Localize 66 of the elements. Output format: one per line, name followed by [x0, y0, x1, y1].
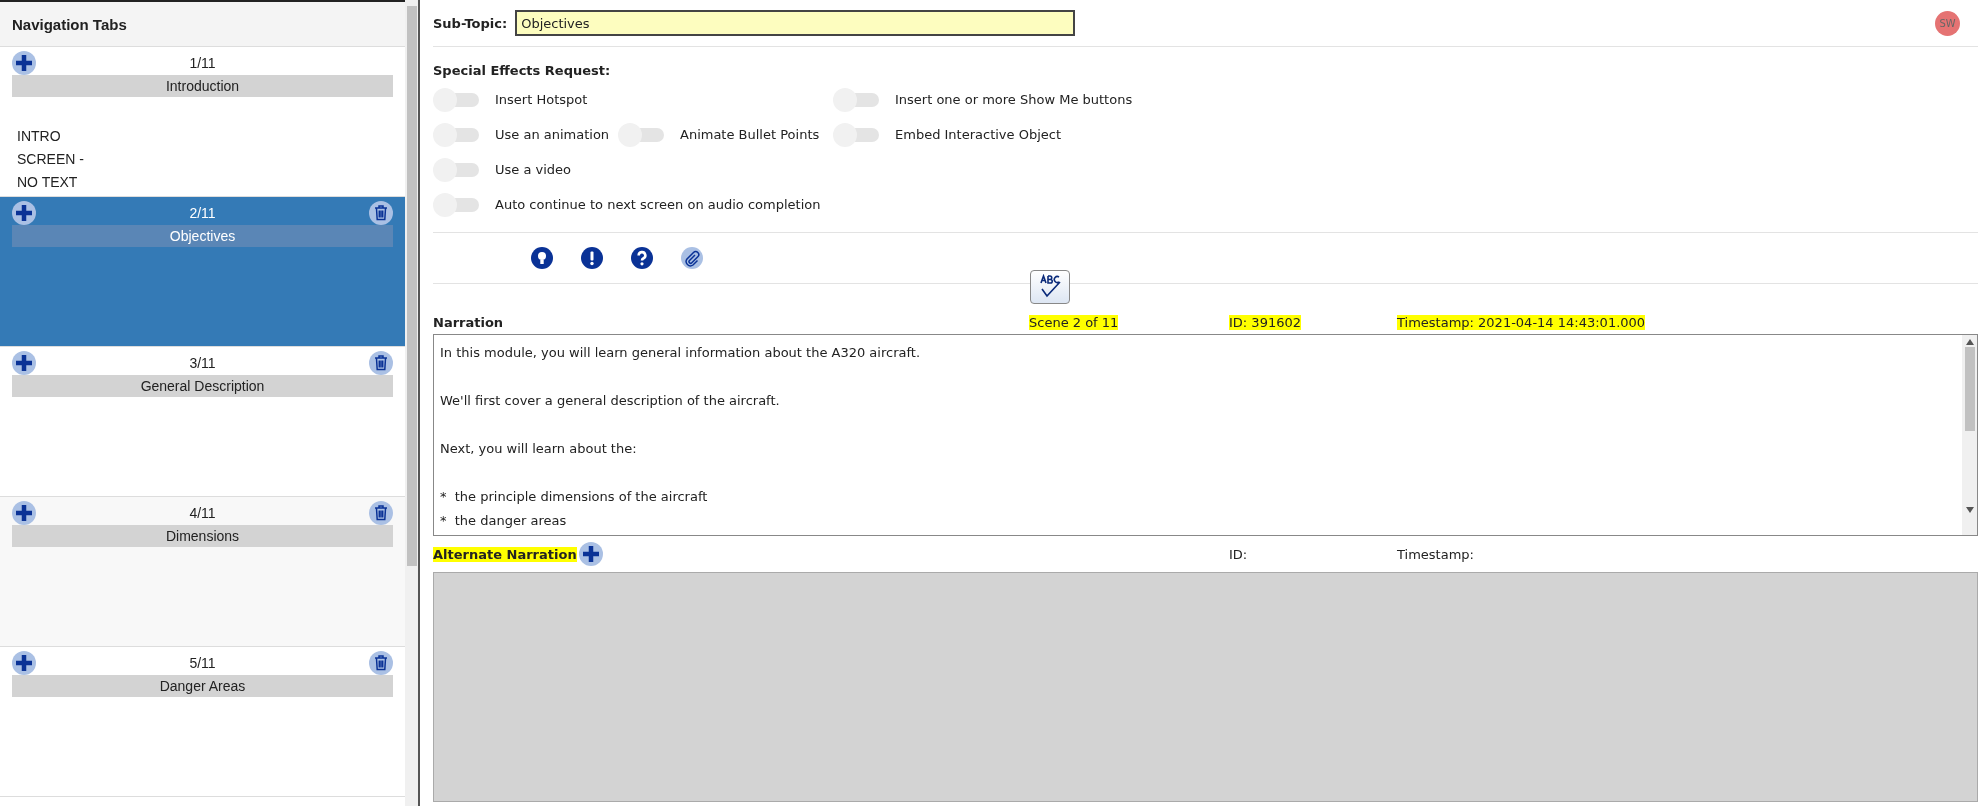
- tab-title: Objectives: [12, 225, 393, 247]
- add-icon[interactable]: [12, 501, 36, 525]
- alternate-timestamp: Timestamp:: [1397, 546, 1474, 562]
- add-icon[interactable]: [12, 201, 36, 225]
- narration-paragraph: We'll first cover a general description of the aircraft.: [440, 392, 781, 410]
- option-label: Insert one or more Show Me buttons: [895, 92, 1133, 107]
- toggle-switch[interactable]: [618, 122, 664, 147]
- bulb-icon[interactable]: [531, 247, 553, 269]
- scrollbar-thumb[interactable]: [1964, 347, 1975, 431]
- toggle-switch[interactable]: [433, 122, 479, 147]
- add-icon[interactable]: [12, 651, 36, 675]
- navigation-tab[interactable]: 4/11 Dimensions: [0, 497, 405, 647]
- scroll-up-icon[interactable]: [1965, 339, 1974, 345]
- narration-textarea[interactable]: [433, 334, 1978, 536]
- tab-title: Danger Areas: [12, 675, 393, 697]
- tab-title: Dimensions: [12, 525, 393, 547]
- option-label: Auto continue to next screen on audio completion: [495, 197, 821, 212]
- panel-title: Navigation Tabs: [0, 2, 405, 47]
- tab-title: Introduction: [12, 75, 393, 97]
- add-icon[interactable]: [12, 351, 36, 375]
- narration-label: Narration: [433, 315, 505, 330]
- scene-counter: Scene 2 of 11: [1029, 315, 1119, 330]
- tab-counter: 2/11: [188, 205, 217, 221]
- scroll-down-icon[interactable]: [1965, 507, 1974, 513]
- narration-bullet: * the danger areas: [440, 512, 568, 530]
- narration-bullet: * the principle dimensions of the aircraft: [440, 488, 709, 506]
- option-label: Use a video: [495, 162, 572, 177]
- sub-topic-label: Sub-Topic:: [433, 15, 508, 31]
- option-label: Embed Interactive Object: [895, 127, 1061, 142]
- navigation-tab[interactable]: 2/11 Objectives: [0, 197, 405, 347]
- tab-note: INTRO SCREEN - NO TEXT: [17, 127, 85, 192]
- toggle-switch[interactable]: [833, 122, 879, 147]
- option-label: Animate Bullet Points: [680, 127, 820, 142]
- narration-paragraph: Next, you will learn about the:: [440, 440, 638, 458]
- sub-topic-field[interactable]: Objectives: [515, 10, 1076, 36]
- paperclip-icon[interactable]: [681, 247, 703, 269]
- alert-icon[interactable]: [581, 247, 603, 269]
- navigation-tab[interactable]: 5/11 Danger Areas: [0, 647, 405, 797]
- scrollbar-thumb[interactable]: [406, 6, 417, 566]
- toggle-switch[interactable]: [433, 157, 479, 182]
- section-title: Special Effects Request:: [433, 63, 612, 78]
- toggle-switch[interactable]: [433, 192, 479, 217]
- alternate-id: ID:: [1229, 546, 1248, 562]
- navigation-tab[interactable]: 3/11 General Description: [0, 347, 405, 497]
- toggle-switch[interactable]: [433, 87, 479, 112]
- toggle-switch[interactable]: [833, 87, 879, 112]
- alternate-narration-label: Alternate Narration: [433, 546, 577, 562]
- trash-icon[interactable]: [369, 501, 393, 525]
- navigation-tab[interactable]: 1/11 Introduction INTRO SCREEN - NO TEXT: [0, 47, 405, 197]
- tab-counter: 3/11: [188, 355, 217, 371]
- narration-id: ID: 391602: [1229, 315, 1301, 330]
- option-label: Use an animation: [495, 127, 610, 142]
- spell-check-button[interactable]: [1030, 270, 1070, 304]
- narration-timestamp: Timestamp: 2021-04-14 14:43:01.000: [1397, 315, 1646, 330]
- tab-counter: 5/11: [188, 655, 217, 671]
- trash-icon[interactable]: [369, 351, 393, 375]
- tab-counter: 1/11: [188, 55, 217, 71]
- tab-counter: 4/11: [188, 505, 217, 521]
- trash-icon[interactable]: [369, 201, 393, 225]
- help-icon[interactable]: [631, 247, 653, 269]
- tab-title: General Description: [12, 375, 393, 397]
- add-icon[interactable]: [578, 542, 603, 566]
- trash-icon[interactable]: [369, 651, 393, 675]
- narration-paragraph: In this module, you will learn general information about the A320 aircraft.: [440, 344, 922, 362]
- add-icon[interactable]: [12, 51, 36, 75]
- option-label: Insert Hotspot: [495, 92, 588, 107]
